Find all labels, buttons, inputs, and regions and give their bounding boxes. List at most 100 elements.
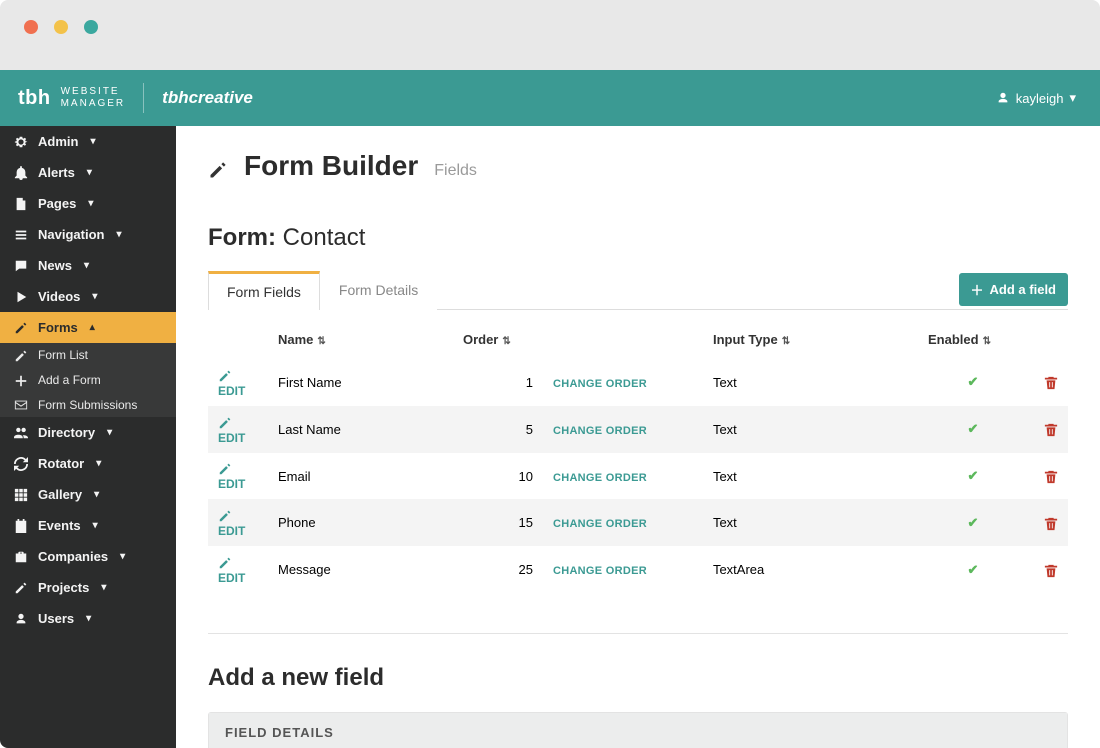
cell-input-type: Text xyxy=(703,499,918,546)
pencil-icon xyxy=(208,158,228,181)
main-content: Form Builder Fields Form: Contact Form F… xyxy=(176,126,1100,748)
sidebar-item-projects[interactable]: Projects ▾ xyxy=(0,572,176,603)
cell-order: 15 xyxy=(453,499,543,546)
pencil-icon xyxy=(218,508,232,522)
sidebar-sub-label: Add a Form xyxy=(38,373,101,387)
sidebar: Admin▾Alerts▾Pages▾Navigation▾News▾Video… xyxy=(0,126,176,748)
user-icon xyxy=(996,91,1010,105)
bell-icon xyxy=(14,165,28,180)
change-order-link[interactable]: CHANGE ORDER xyxy=(553,565,647,577)
cell-input-type: Text xyxy=(703,359,918,406)
window-close-dot[interactable] xyxy=(24,20,38,34)
field-details-panel: FIELD DETAILS Name:* ⌨ Disp xyxy=(208,712,1068,748)
caret-down-icon: ▾ xyxy=(101,582,106,593)
plus-icon: ＋ xyxy=(971,280,984,299)
sidebar-item-label: Admin xyxy=(38,134,78,149)
sidebar-item-label: News xyxy=(38,258,72,273)
brand-main: tbh xyxy=(18,87,51,110)
sidebar-item-label: Videos xyxy=(38,289,80,304)
trash-icon[interactable] xyxy=(1044,375,1058,390)
user-menu[interactable]: kayleigh ▾ xyxy=(996,90,1076,106)
caret-down-icon: ▾ xyxy=(84,260,89,271)
brand-divider xyxy=(143,83,144,113)
sidebar-sub-form-list[interactable]: Form List xyxy=(0,343,176,368)
pencil-icon xyxy=(14,320,28,335)
grid-icon xyxy=(14,488,28,503)
sidebar-item-label: Gallery xyxy=(38,487,82,502)
sidebar-item-rotator[interactable]: Rotator▾ xyxy=(0,448,176,479)
change-order-link[interactable]: CHANGE ORDER xyxy=(553,425,647,437)
cell-name: Last Name xyxy=(268,406,453,453)
caret-down-icon: ▾ xyxy=(88,198,93,209)
trash-icon[interactable] xyxy=(1044,421,1058,436)
sort-icon: ⇅ xyxy=(502,336,510,347)
top-navbar: tbh WEBSITE MANAGER tbhcreative kayleigh… xyxy=(0,70,1100,126)
sidebar-item-label: Forms xyxy=(38,320,78,335)
user-icon xyxy=(14,612,28,627)
cell-order: 25 xyxy=(453,546,543,593)
cell-input-type: Text xyxy=(703,453,918,500)
window-minimize-dot[interactable] xyxy=(54,20,68,34)
change-order-link[interactable]: CHANGE ORDER xyxy=(553,472,647,484)
tab-form-fields[interactable]: Form Fields xyxy=(208,271,320,310)
sidebar-item-companies[interactable]: Companies▾ xyxy=(0,541,176,572)
edit-link[interactable]: EDIT xyxy=(218,508,245,538)
sidebar-sub-form-submissions[interactable]: Form Submissions xyxy=(0,393,176,418)
trash-icon[interactable] xyxy=(1044,562,1058,577)
tabs-row: Form FieldsForm Details ＋ Add a field xyxy=(208,270,1068,310)
file-icon xyxy=(14,196,28,211)
col-input-type[interactable]: Input Type⇅ xyxy=(703,320,918,359)
envelope-icon xyxy=(14,398,28,413)
cell-input-type: TextArea xyxy=(703,546,918,593)
sort-icon: ⇅ xyxy=(317,336,325,347)
trash-icon[interactable] xyxy=(1044,468,1058,483)
sidebar-item-label: Projects xyxy=(38,580,89,595)
play-icon xyxy=(14,289,28,304)
sidebar-item-directory[interactable]: Directory▾ xyxy=(0,417,176,448)
sidebar-item-pages[interactable]: Pages ▾ xyxy=(0,188,176,219)
sidebar-sub-add-a-form[interactable]: Add a Form xyxy=(0,368,176,393)
users-icon xyxy=(14,426,28,441)
window-titlebar xyxy=(0,0,1100,70)
sidebar-sub-label: Form Submissions xyxy=(38,398,137,412)
sidebar-item-forms[interactable]: Forms ▴ xyxy=(0,312,176,343)
col-name[interactable]: Name⇅ xyxy=(268,320,453,359)
edit-link[interactable]: EDIT xyxy=(218,555,245,585)
pencil-icon xyxy=(218,555,232,569)
pencil-icon xyxy=(14,348,28,363)
edit-link[interactable]: EDIT xyxy=(218,415,245,445)
check-icon: ✔ xyxy=(968,468,979,483)
sidebar-submenu-forms: Form List Add a Form Form Submissions xyxy=(0,343,176,417)
sidebar-item-label: Pages xyxy=(38,196,76,211)
sidebar-item-label: Navigation xyxy=(38,227,104,242)
window-zoom-dot[interactable] xyxy=(84,20,98,34)
sidebar-item-alerts[interactable]: Alerts▾ xyxy=(0,157,176,188)
sidebar-item-videos[interactable]: Videos ▾ xyxy=(0,281,176,312)
page-subtitle: Fields xyxy=(434,162,477,180)
calendar-icon xyxy=(14,519,28,534)
sidebar-item-navigation[interactable]: Navigation▾ xyxy=(0,219,176,250)
col-order[interactable]: Order⇅ xyxy=(453,320,543,359)
comment-icon xyxy=(14,258,28,273)
tab-form-details[interactable]: Form Details xyxy=(320,271,437,310)
caret-down-icon: ▾ xyxy=(92,291,97,302)
trash-icon[interactable] xyxy=(1044,515,1058,530)
caret-up-icon: ▴ xyxy=(90,322,95,333)
table-row: EDITEmail10CHANGE ORDERText✔ xyxy=(208,453,1068,500)
sidebar-item-users[interactable]: Users▾ xyxy=(0,603,176,634)
sidebar-item-gallery[interactable]: Gallery▾ xyxy=(0,479,176,510)
edit-link[interactable]: EDIT xyxy=(218,368,245,398)
cell-name: Email xyxy=(268,453,453,500)
edit-link[interactable]: EDIT xyxy=(218,462,245,492)
change-order-link[interactable]: CHANGE ORDER xyxy=(553,378,647,390)
sidebar-item-admin[interactable]: Admin▾ xyxy=(0,126,176,157)
sidebar-item-events[interactable]: Events▾ xyxy=(0,510,176,541)
col-enabled[interactable]: Enabled⇅ xyxy=(918,320,1028,359)
table-row: EDITPhone15CHANGE ORDERText✔ xyxy=(208,499,1068,546)
add-new-field-heading: Add a new field xyxy=(208,664,1068,692)
list-icon xyxy=(14,227,28,242)
change-order-link[interactable]: CHANGE ORDER xyxy=(553,518,647,530)
sidebar-item-label: Directory xyxy=(38,425,95,440)
add-field-button[interactable]: ＋ Add a field xyxy=(959,273,1068,306)
sidebar-item-news[interactable]: News ▾ xyxy=(0,250,176,281)
